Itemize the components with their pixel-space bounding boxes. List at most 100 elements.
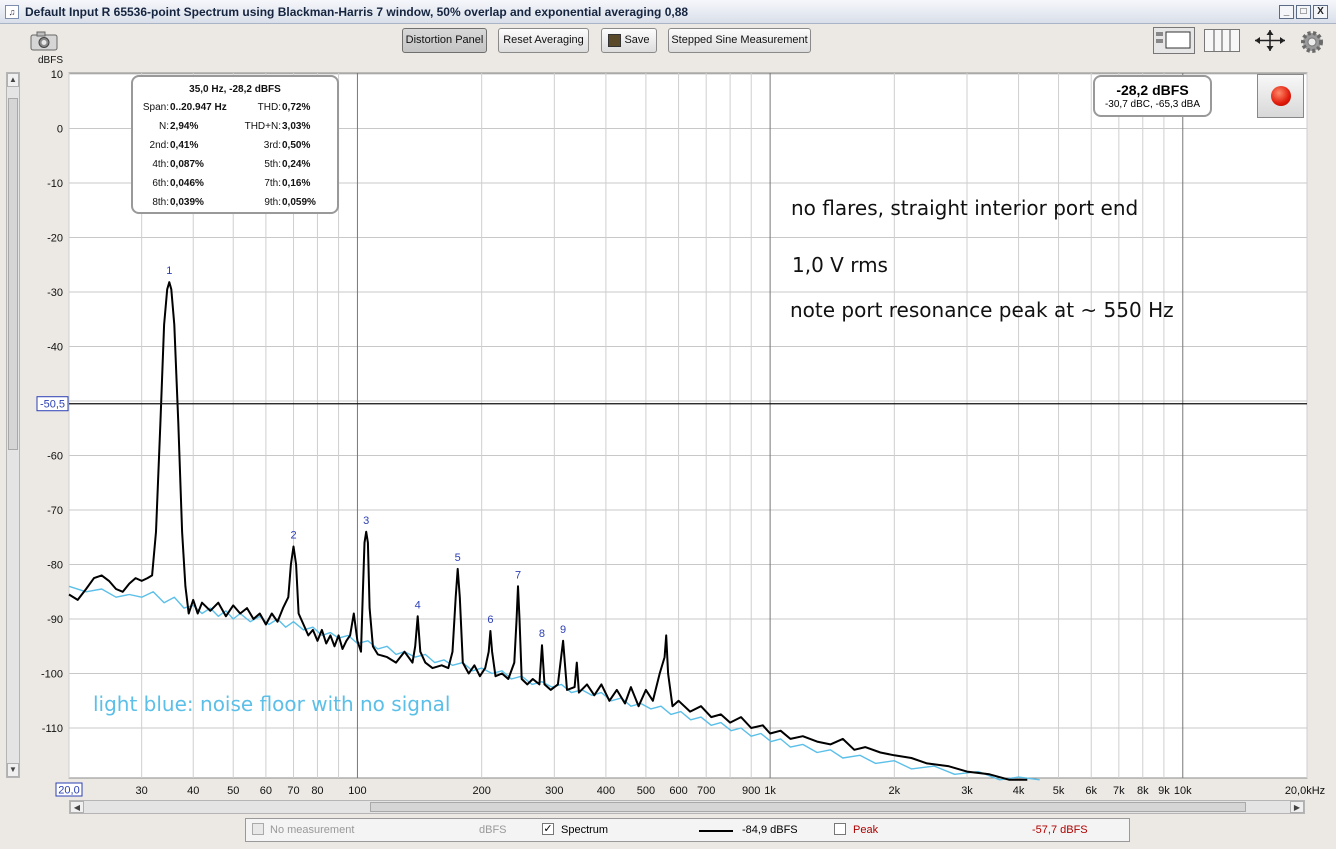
y-axis-unit-label: dBFS <box>38 55 64 66</box>
x-tick-label: 7k <box>1113 785 1125 797</box>
horizontal-scroll-thumb[interactable] <box>370 802 1246 812</box>
info-value: 0,16% <box>282 178 311 189</box>
x-tick-label: 400 <box>597 785 615 797</box>
info-value: 0,046% <box>170 178 204 189</box>
window-title: Default Input R 65536-point Spectrum usi… <box>25 5 689 19</box>
record-dot-icon <box>1271 86 1291 106</box>
spectrum-label: Spectrum <box>561 824 609 836</box>
level-sub-value: -30,7 dBC, -65,3 dBA <box>1104 99 1201 110</box>
x-tick-label: 50 <box>227 785 239 797</box>
maximize-button[interactable]: □ <box>1296 5 1311 19</box>
scroll-up-arrow-icon[interactable]: ▲ <box>7 73 19 87</box>
cursor-label: -50,5 <box>40 399 65 411</box>
info-value: 0,087% <box>170 159 204 170</box>
info-value: 2,94% <box>170 121 199 132</box>
y-tick-label: 10 <box>51 69 63 81</box>
info-value: 0..20.947 Hz <box>170 102 227 113</box>
scroll-left-arrow-icon[interactable]: ◀ <box>70 801 84 813</box>
x-tick-label: 700 <box>697 785 715 797</box>
harmonic-label: 7 <box>515 569 521 581</box>
info-label: N: <box>159 121 169 132</box>
harmonic-label: 6 <box>487 614 493 626</box>
info-label: 2nd: <box>149 140 169 151</box>
info-value: 0,72% <box>282 102 311 113</box>
harmonic-label: 9 <box>560 624 566 636</box>
info-label: 8th: <box>152 197 169 208</box>
spectrum-value: -84,9 dBFS <box>742 824 798 836</box>
x-tick-label: 8k <box>1137 785 1149 797</box>
scroll-right-arrow-icon[interactable]: ▶ <box>1290 801 1304 813</box>
x-start-box <box>55 782 83 797</box>
minimize-button[interactable]: _ <box>1279 5 1294 19</box>
reset-averaging-button[interactable]: Reset Averaging <box>498 28 589 53</box>
camera-icon[interactable] <box>29 30 59 52</box>
annotation-text-1: no flares, straight interior port end <box>791 196 1139 220</box>
peak-checkbox[interactable] <box>834 823 846 835</box>
info-label: Span: <box>142 102 169 113</box>
noise-floor-annotation: light blue: noise floor with no signal <box>93 692 451 716</box>
save-button[interactable]: Save <box>601 28 657 53</box>
spectrum-checkbox[interactable]: ✓ <box>542 823 554 835</box>
y-tick-label: -60 <box>47 451 63 463</box>
expand-arrows-icon[interactable] <box>1252 28 1288 53</box>
info-label: 9th: <box>264 197 281 208</box>
close-button[interactable]: X <box>1313 5 1328 19</box>
distortion-panel-button[interactable]: Distortion Panel <box>402 28 487 53</box>
x-tick-label: 9k <box>1158 785 1170 797</box>
info-label: 7th: <box>264 178 281 189</box>
harmonic-label: 2 <box>290 530 296 542</box>
info-value: 0,41% <box>170 140 199 151</box>
x-tick-label: 10k <box>1174 785 1192 797</box>
harmonic-label: 4 <box>415 599 421 611</box>
record-button[interactable] <box>1257 74 1304 118</box>
y-tick-label: -40 <box>47 342 63 354</box>
x-tick-label: 6k <box>1085 785 1097 797</box>
no-measurement-label: No measurement <box>270 824 355 836</box>
vertical-scrollbar[interactable]: ▲ ▼ <box>6 72 20 778</box>
y-tick-label: -30 <box>47 287 63 299</box>
y-tick-label: -90 <box>47 614 63 626</box>
harmonic-label: 3 <box>363 515 369 527</box>
stepped-sine-measurement-button[interactable]: Stepped Sine Measurement <box>668 28 811 53</box>
vertical-scroll-thumb[interactable] <box>8 98 18 450</box>
x-tick-label: 70 <box>287 785 299 797</box>
level-main-value: -28,2 dBFS <box>1116 82 1189 98</box>
horizontal-scrollbar[interactable]: ◀ ▶ <box>69 800 1305 814</box>
y-tick-label: -100 <box>41 669 63 681</box>
x-tick-label: 2k <box>889 785 901 797</box>
scroll-down-arrow-icon[interactable]: ▼ <box>7 763 19 777</box>
gear-icon[interactable] <box>1299 29 1325 55</box>
x-tick-label: 1k <box>764 785 776 797</box>
cursor-label-box <box>36 396 69 412</box>
info-label: 6th: <box>152 178 169 189</box>
noise-floor-trace <box>68 585 1040 781</box>
peak-value: -57,7 dBFS <box>1032 824 1088 836</box>
harmonic-label: 8 <box>539 628 545 640</box>
x-tick-label: 4k <box>1013 785 1025 797</box>
x-tick-label: 300 <box>545 785 563 797</box>
no-measurement-unit: dBFS <box>479 824 507 836</box>
y-tick-label: -80 <box>47 560 63 572</box>
info-label: THD+N: <box>244 121 281 132</box>
distortion-info-box: 35,0 Hz, -28,2 dBFS Span: 0..20.947 Hz THD… <box>131 75 339 214</box>
x-tick-label: 3k <box>961 785 973 797</box>
save-icon <box>608 34 621 47</box>
legend-bar: No measurement dBFS ✓ Spectrum -84,9 dBF… <box>245 818 1130 842</box>
harmonic-label: 5 <box>455 552 461 564</box>
x-tick-label: 900 <box>742 785 760 797</box>
x-tick-label: 500 <box>637 785 655 797</box>
columns-view-icon[interactable] <box>1204 29 1240 52</box>
info-value: 0,50% <box>282 140 311 151</box>
no-measurement-checkbox[interactable] <box>252 823 264 835</box>
y-tick-label: -10 <box>47 178 63 190</box>
info-value: 3,03% <box>282 121 311 132</box>
save-button-label: Save <box>624 34 650 46</box>
y-tick-label: -20 <box>47 233 63 245</box>
x-tick-label: 5k <box>1053 785 1065 797</box>
monitor-view-icon[interactable] <box>1153 27 1195 54</box>
level-readout-box: -28,2 dBFS -30,7 dBC, -65,3 dBA <box>1093 75 1212 117</box>
x-tick-label: 80 <box>311 785 323 797</box>
info-value: 0,24% <box>282 159 311 170</box>
info-header: 35,0 Hz, -28,2 dBFS <box>189 84 281 95</box>
title-bar: ♫ Default Input R 65536-point Spectrum u… <box>0 0 1336 24</box>
